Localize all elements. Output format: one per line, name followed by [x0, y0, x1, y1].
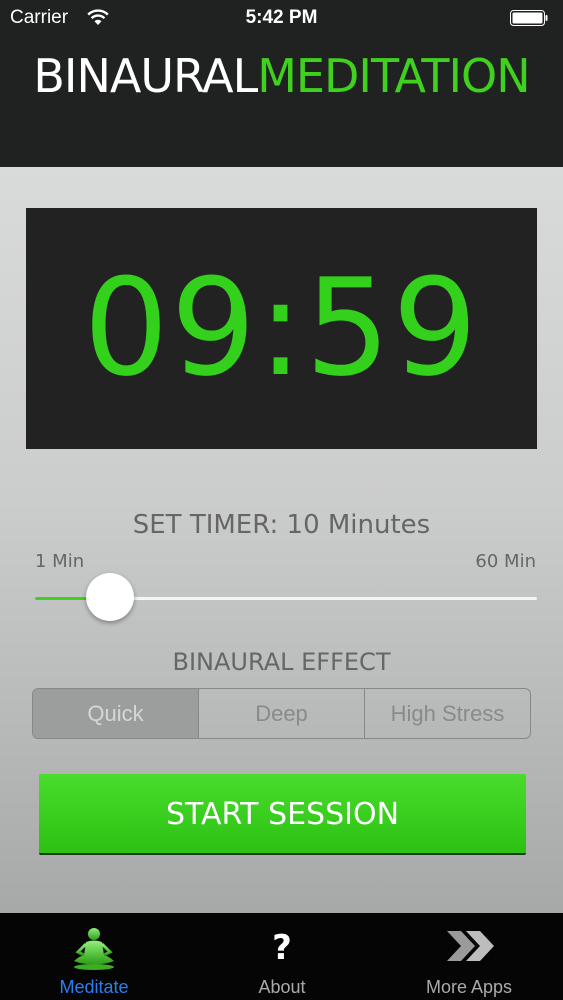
effect-option-quick[interactable]: Quick	[33, 689, 198, 738]
tab-bar: Meditate ? About More Apps	[0, 913, 563, 1000]
set-timer-label: SET TIMER: 10 Minutes	[132, 510, 431, 540]
svg-text:?: ?	[272, 928, 292, 968]
tab-meditate-label: Meditate	[59, 977, 129, 997]
timer-slider-thumb[interactable]	[86, 573, 135, 621]
question-icon: ?	[272, 928, 292, 968]
slider-max-label: 60 Min	[475, 551, 536, 572]
logo-word-meditation: MEDITATION	[257, 49, 530, 103]
meditate-screen: 09:59 SET TIMER: 10 Minutes 1 Min 60 Min…	[0, 167, 563, 913]
tab-about-label: About	[258, 977, 306, 997]
status-bar: Carrier 5:42 PM	[0, 0, 563, 38]
binaural-effect-title: BINAURAL EFFECT	[172, 648, 391, 676]
status-time: 5:42 PM	[245, 7, 318, 28]
slider-min-label: 1 Min	[35, 551, 85, 572]
binaural-effect-segmented-control: Quick Deep High Stress	[32, 688, 531, 739]
tab-more-apps-label: More Apps	[425, 977, 513, 997]
tab-more-apps[interactable]: More Apps	[375, 913, 563, 1000]
tab-meditate[interactable]: Meditate	[0, 913, 188, 1000]
logo-word-binaural: BINAURAL	[33, 49, 258, 103]
effect-option-deep[interactable]: Deep	[198, 689, 364, 738]
tab-about[interactable]: ? About	[188, 913, 376, 1000]
meditate-icon	[74, 928, 114, 970]
start-session-button[interactable]: START SESSION	[39, 774, 526, 855]
app-header: Carrier 5:42 PM BINAURALMEDITATION	[0, 0, 563, 167]
countdown-timer: 09:59	[83, 250, 480, 406]
app-logo-title: BINAURALMEDITATION	[0, 50, 563, 102]
timer-display-panel: 09:59	[26, 208, 537, 449]
battery-icon	[510, 10, 548, 26]
effect-option-high-stress[interactable]: High Stress	[364, 689, 530, 738]
double-chevron-icon	[447, 931, 494, 961]
